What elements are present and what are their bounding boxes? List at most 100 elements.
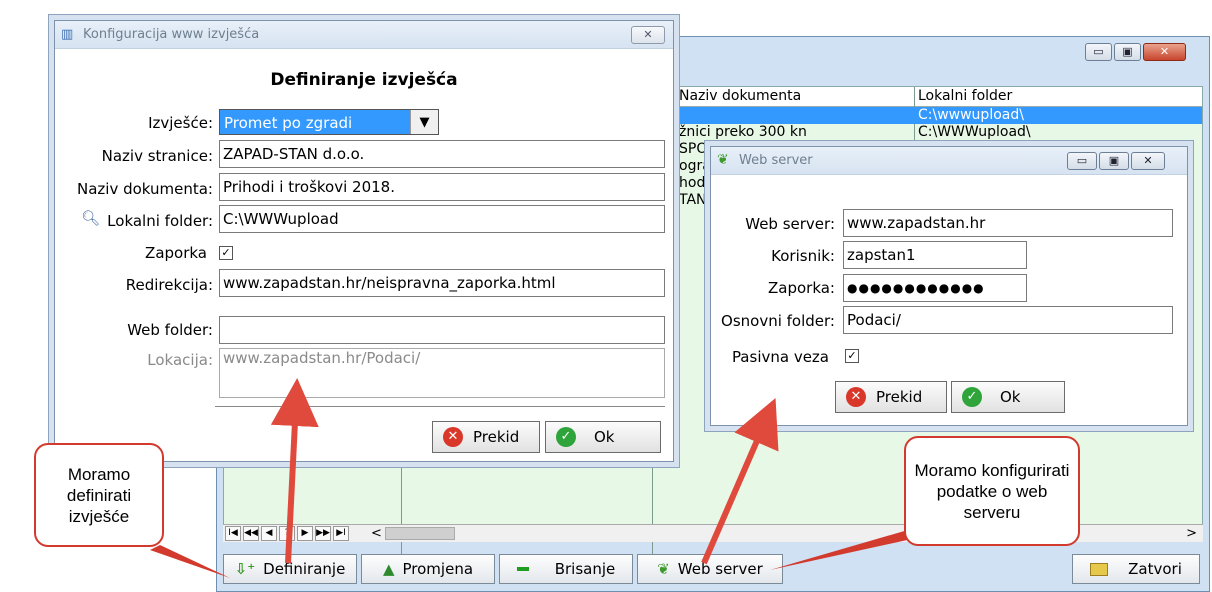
lokacija-field: www.zapadstan.hr/Podaci/ [219,348,665,398]
right-callout: Moramo konfigurirati podatke o web serve… [904,436,1080,546]
web-server-label: Web server [677,560,763,578]
left-callout: Moramo definirati izvješće [34,443,164,547]
zaporka-label: Zaporka [145,244,207,262]
lokalni-folder-label: Lokalni folder: [107,212,213,230]
lokacija-label: Lokacija: [147,351,213,369]
definiranje-label: Definiranje [263,560,346,578]
web-server-dialog: ❦ Web server ▭ ▣ ✕ Web server: www.zapad… [710,146,1188,426]
prekid-label: Prekid [876,388,923,406]
config-dialog-title: Konfiguracija www izvješća [83,27,260,42]
prekid-button[interactable]: ✕ Prekid [835,381,947,413]
zatvori-label: Zatvori [1128,560,1182,578]
horizontal-scroll-thumb[interactable] [385,527,455,540]
naziv-stranice-label: Naziv stranice: [101,147,213,165]
leaf-icon: ❦ [657,560,670,578]
cell-naziv: žnici preko 300 kn [679,124,807,140]
promjena-label: Promjena [402,560,474,578]
korisnik-input[interactable]: zapstan1 [843,241,1027,269]
cell-folder: C:\WWWupload\ [918,124,1031,140]
minimize-button[interactable]: ▭ [1085,43,1112,61]
definiranje-button[interactable]: ⇩⁺ Definiranje [223,554,357,584]
prekid-label: Prekid [473,428,520,446]
maximize-button[interactable]: ▣ [1114,43,1141,61]
dialog-heading: Definiranje izvješća [270,70,458,90]
minus-icon [516,567,529,571]
web-dialog-body: Web server: www.zapadstan.hr Korisnik: z… [711,176,1187,425]
izvjesce-label: Izvješće: [148,114,213,132]
minimize-button[interactable]: ▭ [1067,152,1097,170]
lokalni-folder-input[interactable]: C:\WWWupload [219,205,665,233]
zatvori-button[interactable]: Zatvori [1072,554,1200,584]
main-window-controls: ▭ ▣ ✕ [1085,43,1186,61]
osnovni-folder-input[interactable]: Podaci/ [843,306,1173,334]
promjena-button[interactable]: ▲ Promjena [361,554,495,584]
next-record-button[interactable]: ▶ [297,526,313,541]
leaf-icon: ❦ [717,152,729,168]
izvjesce-selected-value: Promet po zgradi [224,114,353,132]
web-server-input[interactable]: www.zapadstan.hr [843,209,1173,237]
close-button[interactable]: ✕ [631,26,665,44]
redirekcija-label: Redirekcija: [125,276,213,294]
web-server-label: Web server: [745,215,835,233]
cancel-icon: ✕ [846,387,866,407]
naziv-stranice-input[interactable]: ZAPAD-STAN d.o.o. [219,140,665,168]
web-dialog-titlebar[interactable]: ❦ Web server ▭ ▣ ✕ [711,147,1187,175]
config-dialog-titlebar[interactable]: ▥ Konfiguracija www izvješća ✕ [55,21,673,49]
pasivna-veza-checkbox[interactable]: ✓ [845,349,859,363]
ok-label: Ok [594,428,615,446]
brisanje-label: Brisanje [554,560,616,578]
close-button[interactable]: ✕ [1131,152,1165,170]
web-folder-input[interactable] [219,316,665,344]
right-callout-text: Moramo konfigurirati podatke o web serve… [914,460,1070,522]
chevron-down-icon[interactable]: ▼ [410,110,438,134]
ok-label: Ok [1000,388,1021,406]
pasivna-veza-label: Pasivna veza [731,348,829,366]
cell-naziv: SPO [679,141,708,157]
header-lokalni-folder[interactable]: Lokalni folder [918,88,1012,104]
zaporka-label: Zaporka: [767,279,835,297]
ok-button[interactable]: ✓ Ok [545,421,661,453]
cancel-icon: ✕ [443,427,463,447]
prev-page-button[interactable]: ◀◀ [243,526,259,541]
books-icon: ▥ [61,27,74,42]
close-icon: ✕ [643,28,653,41]
web-dialog-title: Web server [739,153,813,168]
folder-open-icon [1090,562,1109,576]
redirekcija-input[interactable]: www.zapadstan.hr/neispravna_zaporka.html [219,269,665,297]
scroll-left-arrow[interactable]: < [371,526,382,541]
divider [215,406,665,407]
header-naziv-dokumenta[interactable]: Naziv dokumenta [679,88,801,104]
web-server-button[interactable]: ❦ Web server [637,554,783,584]
korisnik-label: Korisnik: [771,247,835,265]
naziv-dokumenta-label: Naziv dokumenta: [76,180,213,198]
prev-record-button[interactable]: ◀ [261,526,277,541]
cell-naziv: ogra [679,158,711,174]
naziv-dokumenta-input[interactable]: Prihodi i troškovi 2018. [219,173,665,201]
cell-folder: C:\wwwupload\ [918,107,1024,123]
ok-button[interactable]: ✓ Ok [951,381,1065,413]
check-icon: ✓ [556,427,576,447]
izvjesce-select[interactable]: Promet po zgradi ▼ [219,109,439,135]
password-input[interactable]: ●●●●●●●●●●●● [843,274,1027,302]
left-callout-text: Moramo definirati izvješće [66,464,132,526]
config-dialog: ▥ Konfiguracija www izvješća ✕ Definiran… [54,20,674,462]
brisanje-button[interactable]: Brisanje [499,554,633,584]
cell-naziv: hod [679,175,706,191]
triangle-icon: ▲ [382,560,395,578]
close-button[interactable]: ✕ [1143,43,1186,61]
help-button[interactable]: ? [279,526,295,541]
web-dialog-controls: ▭ ▣ ✕ [1067,152,1165,170]
add-download-icon: ⇩⁺ [234,560,256,578]
check-icon: ✓ [962,387,982,407]
config-dialog-body: Definiranje izvješća Izvješće: Promet po… [55,50,673,461]
scroll-right-arrow[interactable]: > [1186,526,1197,541]
zaporka-checkbox[interactable]: ✓ [219,246,233,260]
osnovni-folder-label: Osnovni folder: [721,312,835,330]
first-record-button[interactable]: I◀ [225,526,241,541]
last-record-button[interactable]: ▶I [333,526,349,541]
cell-naziv: TAN [679,192,707,208]
maximize-button[interactable]: ▣ [1099,152,1129,170]
prekid-button[interactable]: ✕ Prekid [432,421,540,453]
web-folder-label: Web folder: [127,321,213,339]
next-page-button[interactable]: ▶▶ [315,526,331,541]
